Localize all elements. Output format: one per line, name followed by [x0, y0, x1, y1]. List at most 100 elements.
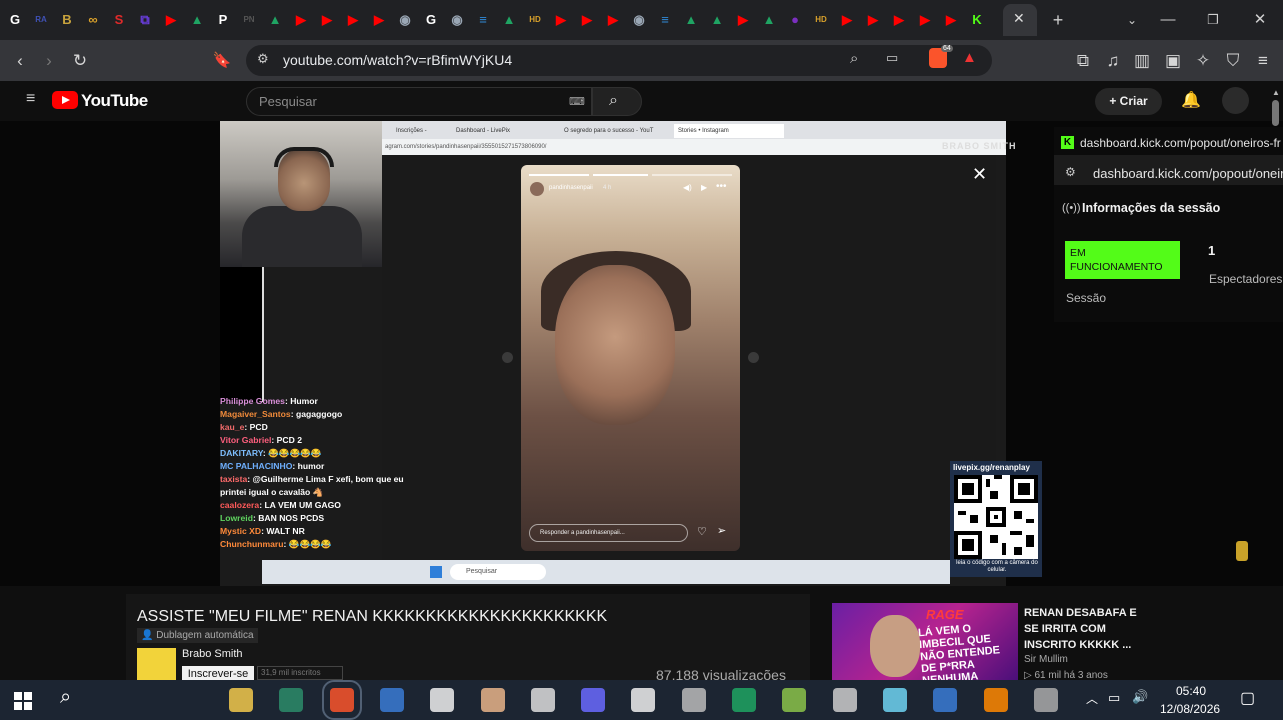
extensions-icon[interactable]: ⧉ — [1072, 50, 1094, 72]
store-icon[interactable] — [379, 688, 404, 712]
scrollbar-thumb[interactable] — [1272, 100, 1279, 126]
youtube-logo-icon[interactable] — [52, 91, 78, 109]
windows-start-icon[interactable] — [14, 692, 32, 710]
create-button[interactable]: + Criar — [1095, 88, 1162, 115]
tab-site-icon[interactable]: ≡ — [656, 11, 674, 29]
bookmark-icon[interactable]: 🔖 — [211, 50, 233, 72]
globe-icon[interactable] — [279, 688, 304, 712]
reload-icon[interactable]: ↻ — [69, 50, 91, 72]
tab-site-icon[interactable]: ◉ — [396, 11, 414, 29]
chrome-icon[interactable] — [732, 688, 756, 712]
clock-time[interactable]: 05:40 — [1176, 684, 1206, 698]
back-icon[interactable]: ‹ — [9, 50, 31, 72]
clock-date[interactable]: 12/08/2026 — [1160, 702, 1220, 716]
avatar[interactable] — [1222, 87, 1249, 114]
sidebar-icon[interactable]: ▥ — [1131, 50, 1153, 72]
wallet-icon[interactable]: ▣ — [1162, 50, 1184, 72]
youtube-icon[interactable]: ▶ — [890, 11, 908, 29]
brave-icon[interactable] — [321, 680, 362, 720]
minimize-icon[interactable]: — — [1158, 10, 1178, 30]
tab-site-icon[interactable]: HD — [526, 11, 544, 29]
tray-expand-icon[interactable]: ︿ — [1086, 690, 1098, 707]
tab-site-icon[interactable]: PN — [240, 11, 258, 29]
steam-icon[interactable] — [1033, 688, 1058, 712]
close-tab-icon[interactable]: ✕ — [1013, 10, 1025, 27]
youtube-icon[interactable]: ▶ — [864, 11, 882, 29]
tab-site-icon[interactable]: ◉ — [630, 11, 648, 29]
qbittorrent-icon[interactable] — [933, 688, 958, 712]
kick-icon[interactable]: K — [968, 11, 986, 29]
drive-icon[interactable]: ▲ — [188, 11, 206, 29]
menu-icon[interactable]: ≡ — [1252, 50, 1274, 72]
youtube-icon[interactable]: ▶ — [916, 11, 934, 29]
youtube-icon[interactable]: ▶ — [162, 11, 180, 29]
tab-site-icon[interactable]: HD — [812, 11, 830, 29]
drive-icon[interactable]: ▲ — [760, 11, 778, 29]
address-bar[interactable]: ⚙ youtube.com/watch?v=rBfimWYjKU4 ⌕ ▭ 64… — [246, 45, 992, 76]
obs-icon[interactable] — [530, 688, 555, 712]
active-tab[interactable]: ✕ — [1003, 4, 1037, 36]
audio-meter-icon[interactable] — [430, 688, 455, 712]
tab-search-icon[interactable]: ⌄ — [1122, 10, 1142, 30]
youtube-icon[interactable]: ▶ — [838, 11, 856, 29]
taskbar-search-icon[interactable]: ⌕ — [60, 686, 71, 709]
youtube-icon[interactable]: ▶ — [318, 11, 336, 29]
site-info-icon[interactable]: ⚙ — [257, 51, 269, 67]
notifications-icon[interactable]: 🔔 — [1181, 90, 1201, 110]
auto-dub-badge[interactable]: 👤 Dublagem automática — [137, 628, 258, 643]
tab-site-icon[interactable]: ∞ — [84, 11, 102, 29]
youtube-icon[interactable]: ▶ — [370, 11, 388, 29]
streamlabs-icon[interactable] — [631, 688, 656, 712]
leo-ai-icon[interactable]: ✧ — [1192, 50, 1214, 72]
vlc-icon[interactable] — [983, 688, 1008, 712]
youtube-icon[interactable]: ▶ — [344, 11, 362, 29]
brave-rewards-icon[interactable]: ▲ — [962, 49, 977, 66]
drive-icon[interactable]: ▲ — [708, 11, 726, 29]
gamepad-icon[interactable] — [681, 688, 706, 712]
notes-icon[interactable] — [882, 688, 907, 712]
drive-icon[interactable]: ▲ — [500, 11, 518, 29]
media-icon[interactable]: ♫ — [1102, 50, 1124, 72]
channel-name[interactable]: Brabo Smith — [182, 648, 243, 660]
google-icon[interactable]: G — [6, 11, 24, 29]
hamburger-menu-icon[interactable]: ≡ — [26, 90, 35, 108]
volume-icon[interactable]: 🔊 — [1132, 689, 1148, 705]
tab-site-icon[interactable]: ≡ — [474, 11, 492, 29]
tab-site-icon[interactable]: ◉ — [448, 11, 466, 29]
tab-site-icon[interactable]: ● — [786, 11, 804, 29]
youtube-icon[interactable]: ▶ — [552, 11, 570, 29]
youtube-icon[interactable]: ▶ — [604, 11, 622, 29]
recommendation-title[interactable]: RENAN DESABAFA E SE IRRITA COM INSCRITO … — [1024, 605, 1142, 653]
youtube-icon[interactable]: ▶ — [942, 11, 960, 29]
new-tab-icon[interactable]: + — [1048, 10, 1068, 30]
youtube-icon[interactable]: ▶ — [734, 11, 752, 29]
restore-icon[interactable]: ❐ — [1203, 10, 1223, 30]
recommendation-thumbnail[interactable]: RAGE LÁ VEM O IMBECIL QUE NÃO ENTENDE DE… — [832, 603, 1018, 680]
youtube-icon[interactable]: ▶ — [292, 11, 310, 29]
drive-icon[interactable]: ▲ — [266, 11, 284, 29]
close-window-icon[interactable]: ✕ — [1250, 10, 1270, 30]
avatar-app-icon[interactable] — [480, 688, 505, 712]
network-icon[interactable]: ▭ — [1108, 690, 1120, 706]
cast-icon[interactable]: ▭ — [886, 50, 898, 66]
file-explorer-icon[interactable] — [229, 688, 253, 712]
tab-site-icon[interactable]: B — [58, 11, 76, 29]
google-icon[interactable]: G — [422, 11, 440, 29]
search-input[interactable]: Pesquisar — [259, 94, 317, 109]
scroll-up-icon[interactable]: ▲ — [1272, 88, 1280, 97]
forward-icon[interactable]: › — [38, 50, 60, 72]
tab-site-icon[interactable]: RA — [32, 11, 50, 29]
url-text[interactable]: youtube.com/watch?v=rBfimWYjKU4 — [283, 52, 512, 68]
recommendation-channel[interactable]: Sir Mullim — [1024, 654, 1068, 665]
search-button[interactable]: ⌕ — [592, 87, 642, 116]
tab-site-icon[interactable]: ⧉ — [136, 11, 154, 29]
drive-icon[interactable]: ▲ — [682, 11, 700, 29]
folder-icon[interactable] — [782, 688, 807, 712]
youtube-wordmark[interactable]: YouTube — [81, 91, 148, 111]
channel-avatar[interactable] — [137, 648, 176, 680]
app-icon[interactable] — [581, 688, 606, 712]
zoom-icon[interactable]: ⌕ — [850, 50, 858, 67]
vpn-icon[interactable]: ⛉ — [1222, 50, 1244, 72]
notification-center-icon[interactable]: ▢ — [1240, 688, 1255, 708]
keyboard-icon[interactable]: ⌨ — [569, 95, 585, 108]
